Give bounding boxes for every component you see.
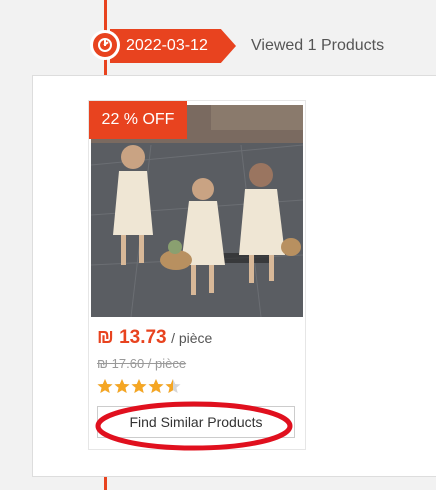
- price-unit: / pièce: [171, 330, 213, 346]
- product-card[interactable]: 22 % OFF ₪ 13.73 / pièce ₪ 17.60 / pièce…: [88, 100, 306, 450]
- discount-badge: 22 % OFF: [89, 101, 187, 139]
- current-price: ₪ 13.73: [97, 327, 167, 348]
- rating-stars: [97, 377, 187, 395]
- clock-icon: [90, 30, 120, 60]
- star-icon: [131, 379, 147, 393]
- star-icon: [114, 379, 130, 393]
- date-badge: 2022-03-12: [110, 29, 236, 63]
- star-icon: [97, 379, 113, 393]
- star-icon: [165, 379, 181, 393]
- viewed-count-text: Viewed 1 Products: [251, 37, 385, 54]
- star-icon: [148, 379, 164, 393]
- price-row: ₪ 13.73 / pièce: [97, 327, 212, 349]
- find-similar-button[interactable]: Find Similar Products: [97, 406, 295, 438]
- original-price: ₪ 17.60 / pièce: [97, 356, 187, 371]
